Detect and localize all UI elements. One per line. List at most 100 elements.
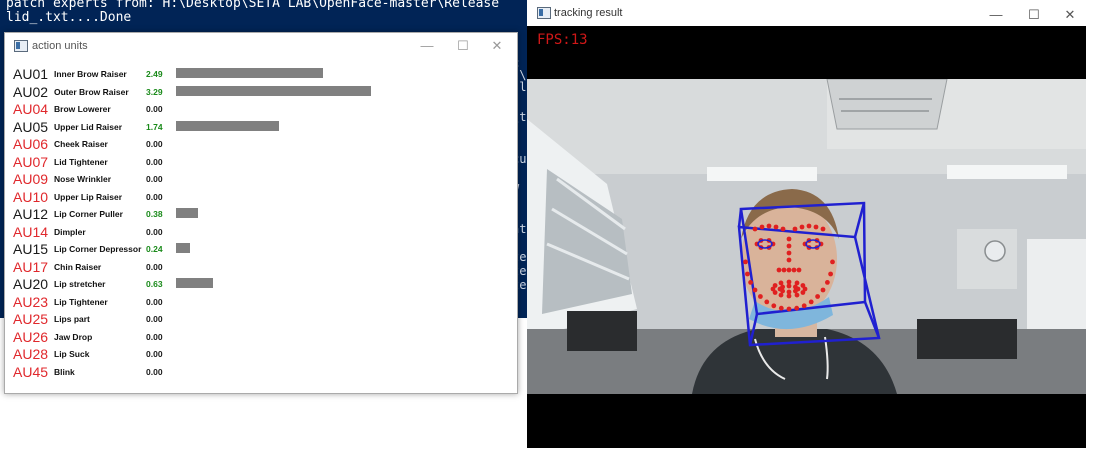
landmark-point	[820, 287, 826, 293]
action-unit-name: Chin Raiser	[54, 261, 102, 272]
landmark-point	[786, 250, 792, 256]
intensity-bar	[176, 68, 323, 78]
maximize-button[interactable]: ☐	[1020, 4, 1048, 26]
action-unit-value: 0.00	[146, 349, 163, 359]
action-unit-code: AU06	[13, 136, 49, 152]
title-bar[interactable]: action units — ☐ ✕	[5, 33, 517, 59]
landmark-point	[825, 280, 830, 285]
landmark-point	[786, 289, 792, 295]
landmark-point	[801, 303, 807, 309]
action-unit-name: Lips part	[54, 314, 90, 324]
action-unit-code: AU25	[13, 311, 49, 327]
landmark-point	[830, 259, 835, 265]
landmark-point	[786, 236, 792, 242]
action-unit-value: 0.00	[146, 261, 163, 272]
action-unit-code: AU07	[13, 153, 49, 170]
action-unit-code: AU04	[13, 101, 49, 117]
action-unit-row: AU12 Lip Corner Puller 0.38	[13, 205, 517, 223]
landmark-point	[806, 223, 812, 229]
action-unit-value: 0.00	[146, 156, 163, 167]
action-unit-value: 0.00	[146, 139, 163, 149]
action-unit-name: Lip Tightener	[54, 296, 108, 307]
landmark-point	[778, 305, 784, 311]
action-unit-code: AU09	[13, 171, 49, 187]
action-unit-row: AU25 Lips part 0.00	[13, 310, 517, 328]
action-unit-row: AU15 Lip Corner Depressor 0.24	[13, 240, 517, 258]
action-unit-list: AU01 Inner Brow Raiser 2.49 AU02 Outer Brow …	[13, 65, 517, 393]
maximize-button[interactable]: ☐	[449, 35, 477, 57]
landmark-point	[745, 271, 750, 277]
landmark-point	[786, 257, 792, 263]
intensity-bar	[176, 85, 371, 96]
action-unit-row: AU07 Lid Tightener 0.00	[13, 153, 517, 171]
action-unit-name: Nose Wrinkler	[54, 174, 112, 184]
action-unit-value: 0.00	[146, 174, 163, 184]
landmark-point	[796, 267, 802, 273]
minimize-button[interactable]: —	[413, 35, 441, 57]
tracking-result-window: tracking result — ☐ ✕ FPS:13	[527, 0, 1096, 458]
landmark-point	[743, 259, 748, 265]
minimize-button[interactable]: —	[982, 4, 1010, 26]
action-unit-row: AU04 Brow Lowerer 0.00	[13, 100, 517, 118]
action-unit-code: AU28	[13, 346, 49, 362]
action-unit-name: Cheek Raiser	[54, 139, 108, 149]
action-unit-value: 0.00	[146, 226, 163, 237]
landmark-point	[780, 284, 785, 290]
action-unit-value: 0.00	[146, 104, 163, 114]
video-viewport: FPS:13	[527, 26, 1086, 448]
landmark-point	[776, 267, 782, 273]
close-button[interactable]: ✕	[483, 35, 511, 57]
action-unit-value: 0.24	[146, 244, 163, 254]
landmark-point	[786, 283, 792, 289]
action-unit-value: 0.00	[146, 191, 163, 202]
action-unit-name: Lip Suck	[54, 349, 90, 359]
landmark-point	[759, 224, 765, 230]
action-unit-value: 1.74	[146, 121, 163, 132]
action-unit-name: Brow Lowerer	[54, 104, 111, 114]
action-unit-code: AU10	[13, 188, 49, 205]
landmark-point	[793, 284, 798, 290]
ceiling-light	[947, 165, 1067, 179]
action-unit-name: Upper Lid Raiser	[54, 121, 123, 132]
close-button[interactable]: ✕	[1056, 4, 1084, 26]
action-unit-name: Lip Corner Depressor	[54, 244, 142, 254]
landmark-point	[772, 283, 778, 288]
window-title: action units	[32, 40, 88, 52]
wall-clock	[984, 240, 1006, 262]
landmark-point	[800, 290, 806, 295]
action-unit-value: 0.38	[146, 209, 163, 219]
title-bar[interactable]: tracking result — ☐ ✕	[527, 0, 1096, 26]
action-unit-value: 0.00	[146, 314, 163, 324]
action-units-window: action units — ☐ ✕ AU01 Inner Brow Raiser…	[4, 32, 518, 394]
action-unit-code: AU23	[13, 293, 49, 310]
action-unit-name: Inner Brow Raiser	[54, 69, 127, 79]
action-unit-row: AU14 Dimpler 0.00	[13, 223, 517, 241]
action-unit-code: AU02	[13, 83, 49, 100]
landmark-point	[766, 223, 772, 229]
window-app-icon	[537, 7, 551, 19]
action-unit-code: AU45	[13, 363, 49, 380]
action-unit-code: AU17	[13, 258, 49, 275]
action-unit-row: AU28 Lip Suck 0.00	[13, 345, 517, 363]
window-title: tracking result	[554, 7, 623, 19]
action-unit-code: AU20	[13, 276, 49, 292]
action-unit-row: AU26 Jaw Drop 0.00	[13, 328, 517, 346]
console-line: lid_.txt....Done	[6, 10, 132, 25]
action-unit-row: AU06 Cheek Raiser 0.00	[13, 135, 517, 153]
landmark-point	[773, 224, 779, 230]
landmark-point	[758, 294, 763, 299]
action-unit-code: AU14	[13, 223, 49, 240]
intensity-bar	[176, 208, 198, 218]
landmark-point	[780, 226, 786, 232]
landmark-point	[794, 305, 800, 311]
action-unit-row: AU20 Lip stretcher 0.63	[13, 275, 517, 293]
air-conditioner	[826, 79, 948, 130]
action-unit-value: 2.49	[146, 69, 163, 79]
action-unit-code: AU01	[13, 66, 49, 82]
intensity-bar	[176, 243, 190, 253]
landmark-point	[786, 243, 792, 249]
action-unit-value: 0.00	[146, 331, 163, 342]
ceiling-light	[707, 167, 817, 181]
action-unit-value: 0.00	[146, 296, 163, 307]
landmark-point	[799, 224, 805, 230]
